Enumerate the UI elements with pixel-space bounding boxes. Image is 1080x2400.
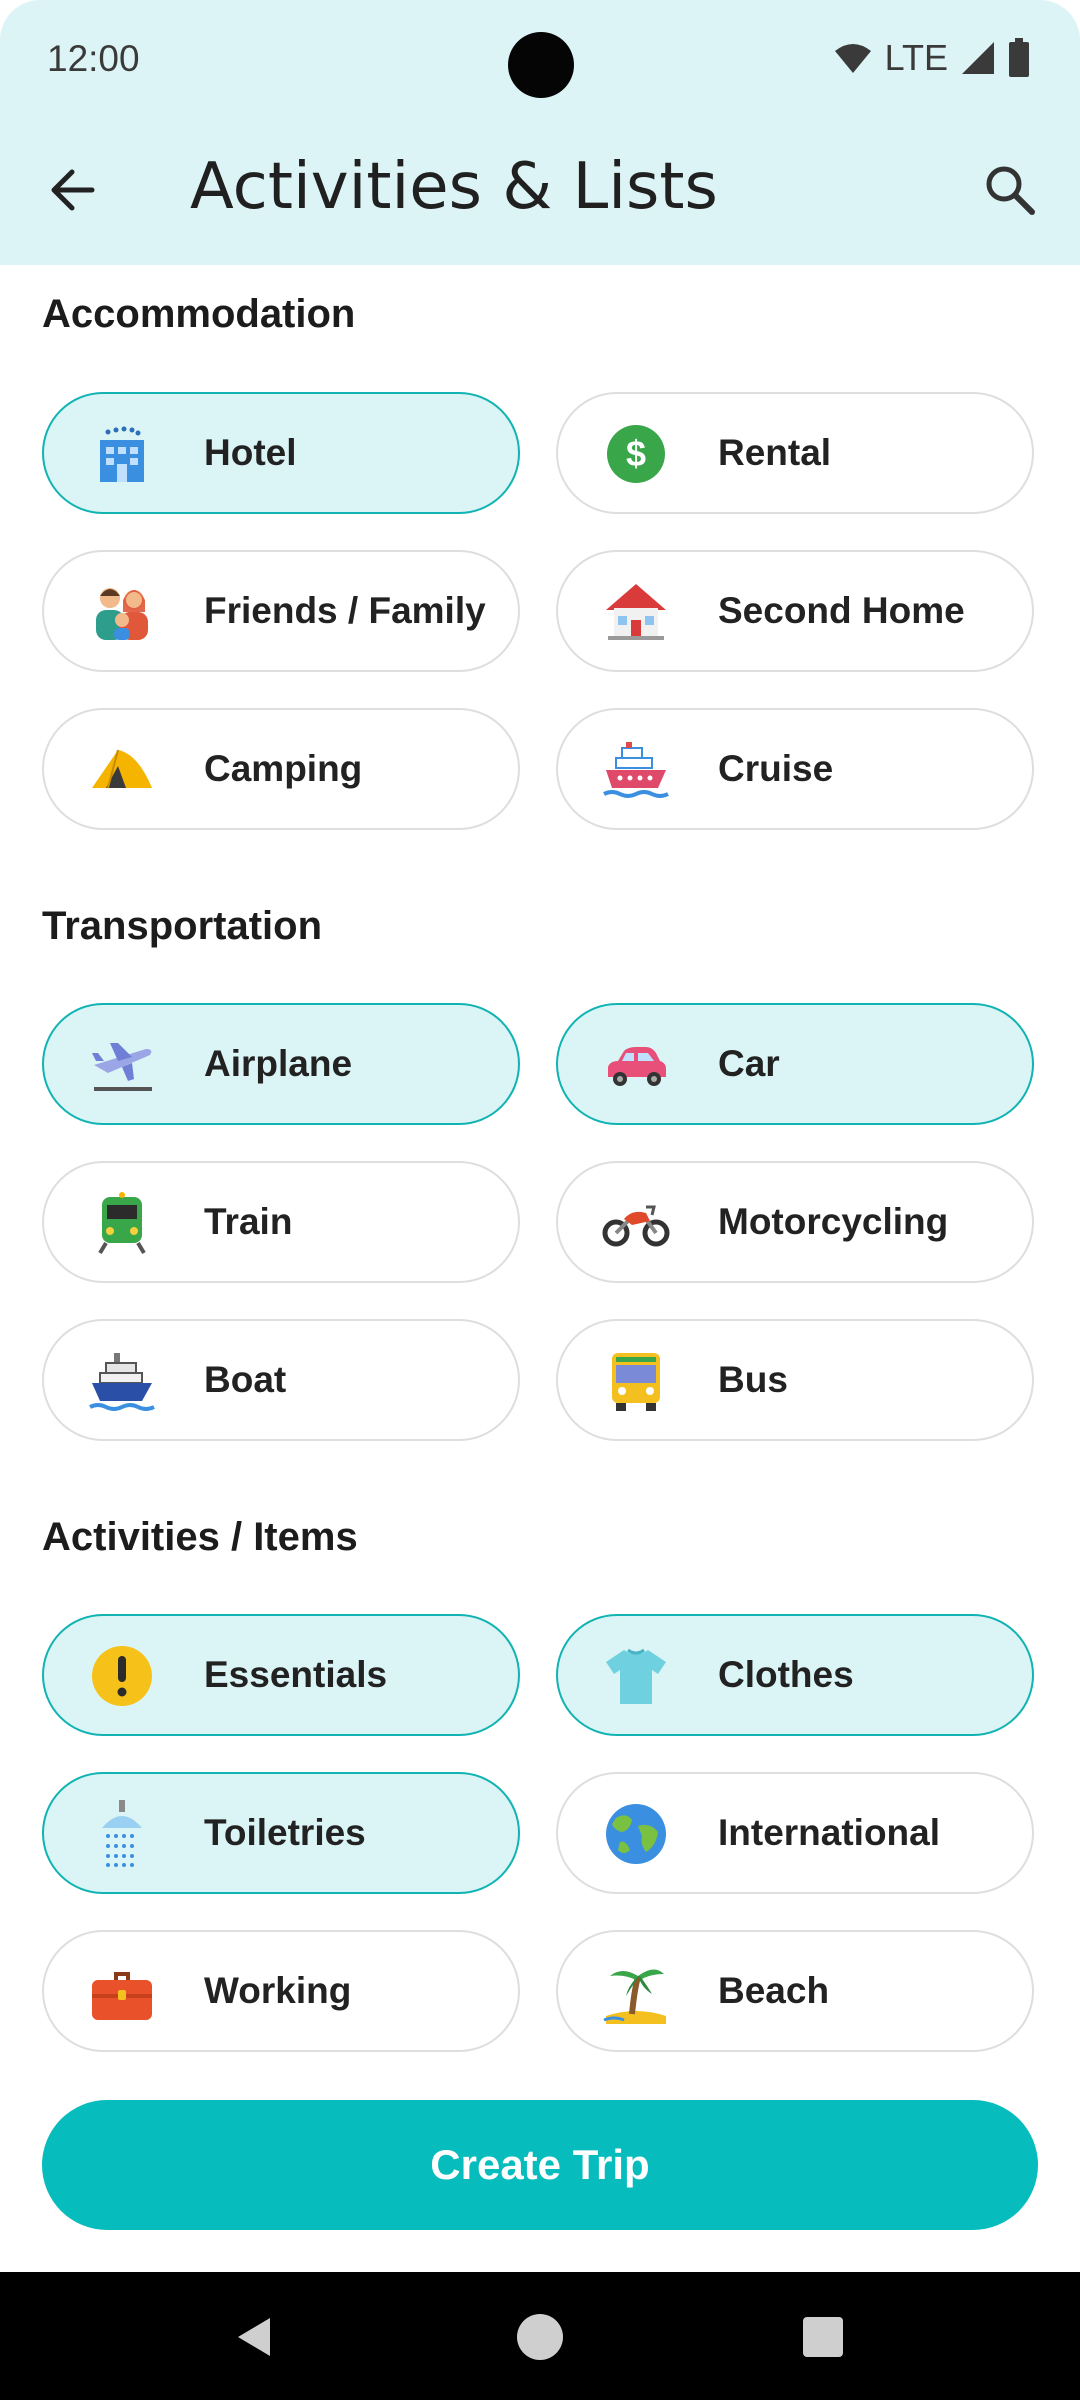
chip-beach[interactable]: Beach bbox=[556, 1930, 1034, 2052]
chip-label: Train bbox=[204, 1201, 293, 1242]
chip-car[interactable]: Car bbox=[556, 1003, 1034, 1125]
chip-label: International bbox=[718, 1812, 941, 1853]
create-trip-button[interactable]: Create Trip bbox=[42, 2100, 1038, 2230]
chip-motorcycling[interactable]: Motorcycling bbox=[556, 1161, 1034, 1283]
battery-icon bbox=[1009, 38, 1029, 77]
chip-label: Second Home bbox=[718, 590, 965, 631]
chip-label: Hotel bbox=[204, 432, 297, 473]
car-icon bbox=[608, 1047, 666, 1086]
house-icon bbox=[606, 584, 666, 640]
palm-tree-icon bbox=[603, 1969, 666, 2024]
chip-cruise[interactable]: Cruise bbox=[556, 708, 1034, 830]
hotel-icon bbox=[100, 426, 144, 482]
shower-icon bbox=[102, 1800, 142, 1867]
train-icon bbox=[98, 1192, 146, 1255]
chip-label: Car bbox=[718, 1043, 780, 1084]
chip-label: Airplane bbox=[204, 1043, 353, 1084]
chip-camping[interactable]: Camping bbox=[42, 708, 520, 830]
camera-cutout bbox=[508, 32, 574, 98]
chip-airplane[interactable]: Airplane bbox=[42, 1003, 520, 1125]
chip-label: Boat bbox=[204, 1359, 287, 1400]
chip-label: Toiletries bbox=[204, 1812, 366, 1853]
network-label: LTE bbox=[884, 37, 948, 78]
chip-label: Essentials bbox=[204, 1654, 388, 1695]
section-title-activities-items: Activities / Items bbox=[42, 1515, 358, 1559]
chip-clothes[interactable]: Clothes bbox=[556, 1614, 1034, 1736]
chip-label: Bus bbox=[718, 1359, 788, 1400]
chip-working[interactable]: Working bbox=[42, 1930, 520, 2052]
back-arrow-icon[interactable] bbox=[44, 160, 104, 220]
briefcase-icon bbox=[92, 1972, 152, 2020]
wifi-icon bbox=[834, 44, 871, 73]
cell-signal-icon bbox=[962, 42, 994, 74]
chip-label: Friends / Family bbox=[204, 590, 486, 631]
chip-train[interactable]: Train bbox=[42, 1161, 520, 1283]
chip-friends-family[interactable]: Friends / Family bbox=[42, 550, 520, 672]
bus-icon bbox=[612, 1353, 660, 1411]
chip-hotel[interactable]: Hotel bbox=[42, 392, 520, 514]
tshirt-icon bbox=[606, 1648, 666, 1704]
tent-icon bbox=[92, 749, 152, 789]
status-bar: 12:00 LTE bbox=[0, 0, 1080, 130]
system-nav-bar bbox=[0, 2272, 1080, 2400]
family-icon bbox=[96, 588, 148, 640]
chip-second-home[interactable]: Second Home bbox=[556, 550, 1034, 672]
chip-international[interactable]: International bbox=[556, 1772, 1034, 1894]
cruise-ship-icon bbox=[603, 742, 669, 798]
section-title-transportation: Transportation bbox=[42, 904, 323, 948]
chip-label: Motorcycling bbox=[718, 1201, 949, 1242]
chip-essentials[interactable]: Essentials bbox=[42, 1614, 520, 1736]
dollar-icon: $ bbox=[607, 425, 665, 483]
chip-label: Rental bbox=[718, 432, 832, 473]
nav-home-icon[interactable] bbox=[515, 2312, 565, 2362]
search-icon[interactable] bbox=[980, 160, 1040, 220]
nav-back-icon[interactable] bbox=[230, 2312, 280, 2362]
section-title-accommodation: Accommodation bbox=[42, 292, 356, 336]
airplane-icon bbox=[92, 1043, 152, 1091]
page-title: Activities & Lists bbox=[190, 150, 718, 224]
chip-label: Cruise bbox=[718, 748, 834, 789]
chip-label: Camping bbox=[204, 748, 363, 789]
globe-icon bbox=[606, 1804, 666, 1864]
boat-icon bbox=[89, 1353, 155, 1411]
clock: 12:00 bbox=[47, 38, 140, 79]
motorcycle-icon bbox=[602, 1205, 670, 1247]
chip-label: Beach bbox=[718, 1970, 830, 2011]
nav-recents-icon[interactable] bbox=[800, 2314, 846, 2360]
chip-label: Working bbox=[204, 1970, 352, 2011]
chip-boat[interactable]: Boat bbox=[42, 1319, 520, 1441]
chip-rental[interactable]: $ Rental bbox=[556, 392, 1034, 514]
chip-bus[interactable]: Bus bbox=[556, 1319, 1034, 1441]
exclamation-icon bbox=[92, 1646, 152, 1706]
svg-text:$: $ bbox=[626, 433, 646, 474]
status-icons: LTE bbox=[833, 36, 1030, 80]
chip-toiletries[interactable]: Toiletries bbox=[42, 1772, 520, 1894]
chip-label: Clothes bbox=[718, 1654, 854, 1695]
